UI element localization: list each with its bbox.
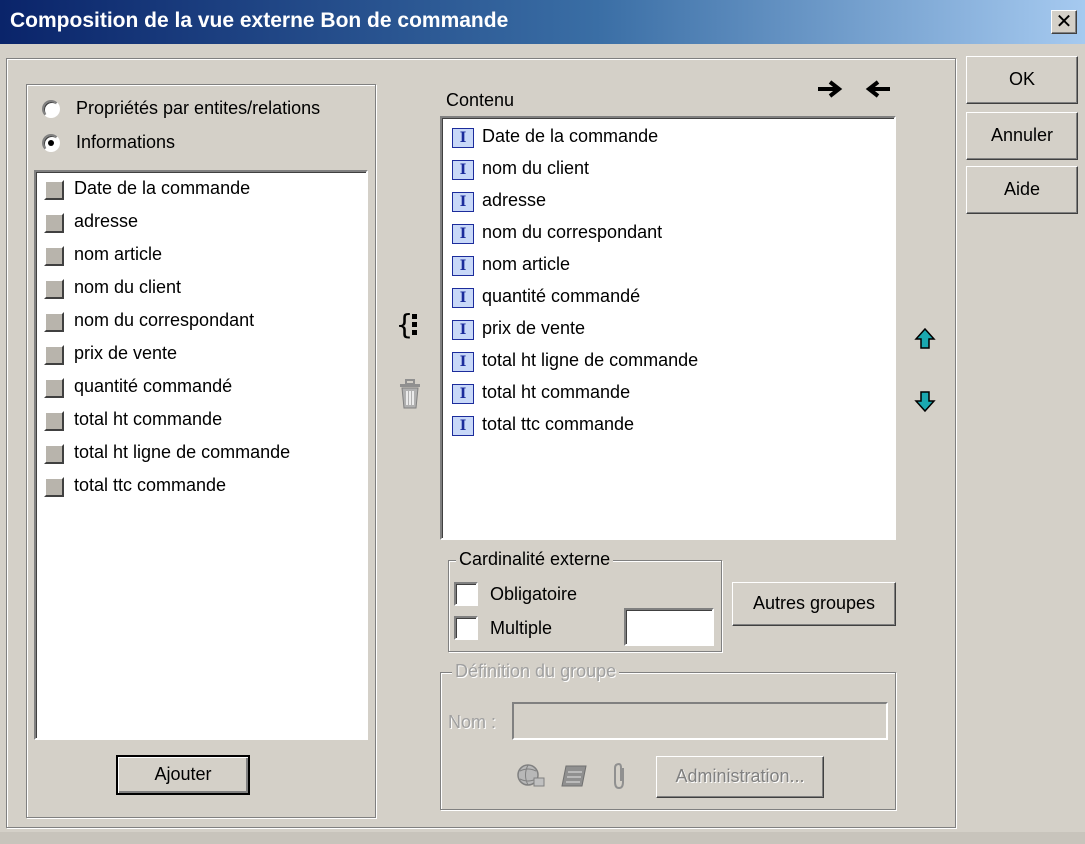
move-down-icon[interactable] <box>912 388 938 414</box>
list-item[interactable]: nom du client <box>38 273 366 305</box>
information-i-icon: I <box>452 128 474 148</box>
information-icon <box>44 477 64 497</box>
group-definition-legend: Définition du groupe <box>452 661 620 682</box>
paperclip-icon <box>608 760 632 792</box>
information-i-icon: I <box>452 192 474 212</box>
information-i-icon: I <box>452 384 474 404</box>
window-title: Composition de la vue externe Bon de com… <box>10 9 509 32</box>
list-item[interactable]: quantité commandé <box>38 372 366 404</box>
information-i-icon: I <box>452 320 474 340</box>
group-name-field[interactable] <box>512 702 888 740</box>
move-up-icon[interactable] <box>912 326 938 352</box>
list-item[interactable]: Date de la commande <box>38 174 366 206</box>
information-icon <box>44 378 64 398</box>
list-item[interactable]: nom du correspondant <box>38 306 366 338</box>
cancel-button[interactable]: Annuler <box>966 112 1078 160</box>
list-item[interactable]: adresse <box>38 207 366 239</box>
information-icon <box>44 180 64 200</box>
multiple-label: Multiple <box>490 618 553 638</box>
list-item[interactable]: total ht commande <box>38 405 366 437</box>
multiple-checkbox[interactable]: Multiple <box>454 616 614 644</box>
add-button[interactable]: Ajouter <box>116 755 250 795</box>
information-i-icon: I <box>452 416 474 436</box>
multiple-value-field[interactable] <box>624 608 714 646</box>
trash-icon[interactable] <box>396 378 424 412</box>
arrow-left-icon[interactable] <box>860 76 894 102</box>
radio-proprietes-label: Propriétés par entites/relations <box>76 98 321 118</box>
list-item[interactable]: I Date de la commande <box>444 122 894 154</box>
information-icon <box>44 345 64 365</box>
svg-text:{: { <box>396 308 413 341</box>
information-icon <box>44 246 64 266</box>
information-i-icon: I <box>452 256 474 276</box>
information-icon <box>44 213 64 233</box>
list-item[interactable]: Iadresse <box>444 186 894 218</box>
information-list[interactable]: Date de la commande adresse nom article … <box>34 170 368 740</box>
list-item[interactable]: Iprix de vente <box>444 314 894 346</box>
information-i-icon: I <box>452 160 474 180</box>
list-item[interactable]: Inom article <box>444 250 894 282</box>
radio-informations[interactable]: Informations <box>42 130 242 158</box>
other-groups-button[interactable]: Autres groupes <box>732 582 896 626</box>
information-icon <box>44 312 64 332</box>
obligatoire-label: Obligatoire <box>490 584 578 604</box>
name-label: Nom : <box>448 712 497 732</box>
brace-group-icon[interactable]: { <box>394 306 428 342</box>
content-label: Contenu <box>446 90 515 110</box>
information-icon <box>44 444 64 464</box>
list-item[interactable]: total ttc commande <box>38 471 366 503</box>
information-i-icon: I <box>452 352 474 372</box>
globe-icon <box>514 760 546 790</box>
radio-circle-selected[interactable] <box>42 134 60 152</box>
information-icon <box>44 279 64 299</box>
ok-button[interactable]: OK <box>966 56 1078 104</box>
content-list[interactable]: I Date de la commande Inom du client Iadr… <box>440 116 896 540</box>
checkbox-box[interactable] <box>454 616 478 640</box>
information-icon <box>44 411 64 431</box>
list-item[interactable]: Itotal ht commande <box>444 378 894 410</box>
list-item[interactable]: nom article <box>38 240 366 272</box>
information-i-icon: I <box>452 288 474 308</box>
list-item[interactable]: prix de vente <box>38 339 366 371</box>
list-item[interactable]: total ht ligne de commande <box>38 438 366 470</box>
notepad-icon <box>560 762 590 790</box>
administration-button: Administration... <box>656 756 824 798</box>
checkbox-box[interactable] <box>454 582 478 606</box>
information-i-icon: I <box>452 224 474 244</box>
radio-proprietes[interactable]: Propriétés par entites/relations <box>42 96 372 124</box>
list-item[interactable]: Inom du client <box>444 154 894 186</box>
close-button[interactable]: ✕ <box>1051 10 1077 34</box>
arrow-right-icon[interactable] <box>814 76 848 102</box>
list-item[interactable]: Itotal ttc commande <box>444 410 894 442</box>
list-item[interactable]: Iquantité commandé <box>444 282 894 314</box>
list-item[interactable]: Itotal ht ligne de commande <box>444 346 894 378</box>
list-item[interactable]: Inom du correspondant <box>444 218 894 250</box>
status-strip <box>0 832 1085 844</box>
cardinality-legend: Cardinalité externe <box>456 549 614 570</box>
radio-informations-label: Informations <box>76 132 176 152</box>
obligatoire-checkbox[interactable]: Obligatoire <box>454 582 614 610</box>
radio-circle[interactable] <box>42 100 60 118</box>
help-button[interactable]: Aide <box>966 166 1078 214</box>
